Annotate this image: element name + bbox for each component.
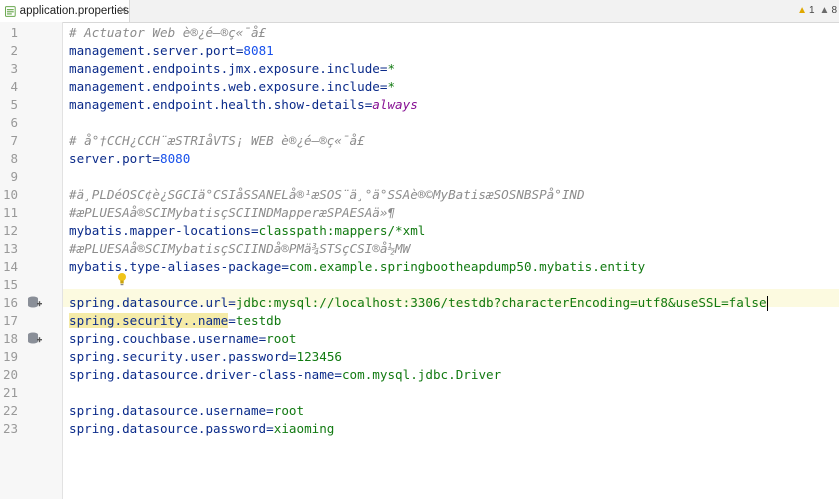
property-value: root [266,331,297,346]
property-value: root [273,403,305,418]
line-number: 13 [2,241,18,256]
code-line[interactable]: spring.datasource.username=root [69,402,304,420]
property-key: mybatis.mapper-locations [69,223,251,238]
line-number: 11 [2,205,18,220]
property-value: * [387,79,396,94]
line-number: 15 [2,277,18,292]
property-value: * [387,61,396,76]
property-key: management.endpoints.web.exposure.includ… [69,79,380,94]
code-line[interactable]: spring.datasource.driver-class-name=com.… [69,366,501,384]
line-number: 10 [2,187,18,202]
comment-text: # Actuator Web è®¿é—®ç«¯å£ [69,25,267,40]
weak-warning-count: 8 [831,4,837,16]
equals-sign: = [266,421,274,436]
code-line[interactable]: #ä¸PLDéOSC¢è¿SGCIä°CSIåSSANELå®¹æSOS¨ä¸°… [69,186,585,204]
property-value: 8081 [243,43,274,58]
comment-text: #æPLUESAå®SCIMybatisçSCIINDMapperæSPAESA… [69,205,396,220]
code-line[interactable]: management.endpoint.health.show-details=… [69,96,418,114]
equals-sign: = [250,223,259,238]
comment-text: #ä¸PLDéOSC¢è¿SGCIä°CSIåSSANELå®¹æSOS¨ä¸°… [69,187,585,202]
code-line[interactable]: # Actuator Web è®¿é—®ç«¯å£ [69,24,266,42]
property-key: spring.couchbase.username [69,331,259,346]
equals-sign: = [266,403,274,418]
equals-sign: = [281,259,289,274]
code-line[interactable]: spring.security..name=testdb [69,312,281,330]
line-number: 8 [10,151,18,166]
property-value: testdb [235,313,282,328]
property-key: spring.datasource.username [69,403,267,418]
line-number: 2 [10,43,18,58]
line-number: 22 [2,403,18,418]
property-key: server.port [69,151,153,166]
line-number: 7 [10,133,18,148]
line-number: 1 [10,25,18,40]
code-line[interactable]: server.port=8080 [69,150,190,168]
property-value: xiaoming [273,421,335,436]
properties-file-icon [5,5,16,17]
code-line[interactable]: spring.couchbase.username=root [69,330,297,348]
line-number: 3 [10,61,18,76]
warning-count: 1 [808,4,815,16]
line-number: 9 [10,169,18,184]
property-key: spring.security..name [69,313,229,328]
line-number: 5 [10,97,18,112]
code-line[interactable]: management.endpoints.web.exposure.includ… [69,78,395,96]
line-number: 4 [10,79,18,94]
property-value: com.example.springbootheapdump50.mybatis… [288,259,646,274]
code-line[interactable]: spring.datasource.password=xiaoming [69,420,334,438]
line-number: 6 [10,115,18,130]
property-key: spring.security.user.password [69,349,289,364]
comment-text: #æPLUESAå®SCIMybatisçSCIINDå®PMä¾STSçCSI… [69,241,411,256]
editor-tab-bar: application.properties × ▲ 1 ▲ 8 [0,0,839,23]
text-caret [766,296,768,311]
equals-sign: = [334,367,342,382]
line-number: 14 [2,259,18,274]
line-number: 19 [2,349,18,364]
property-key: spring.datasource.url [69,295,229,310]
property-value: 8080 [160,151,191,166]
code-line[interactable]: spring.datasource.url=jdbc:mysql://local… [69,294,768,312]
line-number: 21 [2,385,18,400]
line-number: 17 [2,313,18,328]
code-line[interactable]: mybatis.type-aliases-package=com.example… [69,258,645,276]
equals-sign: = [152,151,160,166]
property-key: management.endpoint.health.show-details [69,97,365,112]
close-icon[interactable]: × [118,3,127,16]
code-line[interactable]: #æPLUESAå®SCIMybatisçSCIINDå®PMä¾STSçCSI… [69,240,410,258]
code-line[interactable]: spring.security.user.password=123456 [69,348,342,366]
equals-sign: = [228,313,236,328]
code-line[interactable]: # å°†CCH¿CCH¨æSTRIåVTS¡ WEB è®¿é—®ç«¯å£ [69,132,365,150]
line-number: 23 [2,421,18,436]
property-value: com.mysql.jdbc.Driver [341,367,502,382]
code-line[interactable]: management.endpoints.jmx.exposure.includ… [69,60,395,78]
datasource-icon[interactable] [27,296,42,309]
comment-text: # å°†CCH¿CCH¨æSTRIåVTS¡ WEB è®¿é—®ç«¯å£ [69,133,365,148]
line-number: 16 [2,295,18,310]
property-value: classpath:mappers/*xml [258,223,426,238]
weak-warning-icon: ▲ [819,4,830,16]
code-editor[interactable]: # Actuator Web è®¿é—®ç«¯å£ management.ser… [63,22,839,499]
line-number: 18 [2,331,18,346]
property-value: always [372,97,418,112]
property-key: mybatis.type-aliases-package [69,259,282,274]
code-line[interactable]: mybatis.mapper-locations=classpath:mappe… [69,222,425,240]
tab-label: application.properties [19,5,129,17]
tab-application-properties[interactable]: application.properties × [0,0,130,22]
property-key: management.server.port [69,43,236,58]
datasource-icon[interactable] [27,332,42,345]
warning-icon: ▲ [797,4,807,16]
inspection-widget[interactable]: ▲ 1 ▲ 8 [797,2,837,18]
line-number: 20 [2,367,18,382]
equals-sign: = [228,295,236,310]
line-number: 12 [2,223,18,238]
code-line[interactable]: management.server.port=8081 [69,42,274,60]
code-line[interactable]: #æPLUESAå®SCIMybatisçSCIINDMapperæSPAESA… [69,204,395,222]
property-value: jdbc:mysql://localhost:3306/testdb?chara… [235,295,767,310]
property-key: spring.datasource.password [69,421,267,436]
property-key: spring.datasource.driver-class-name [69,367,335,382]
property-key: management.endpoints.jmx.exposure.includ… [69,61,380,76]
property-value: 123456 [296,349,342,364]
